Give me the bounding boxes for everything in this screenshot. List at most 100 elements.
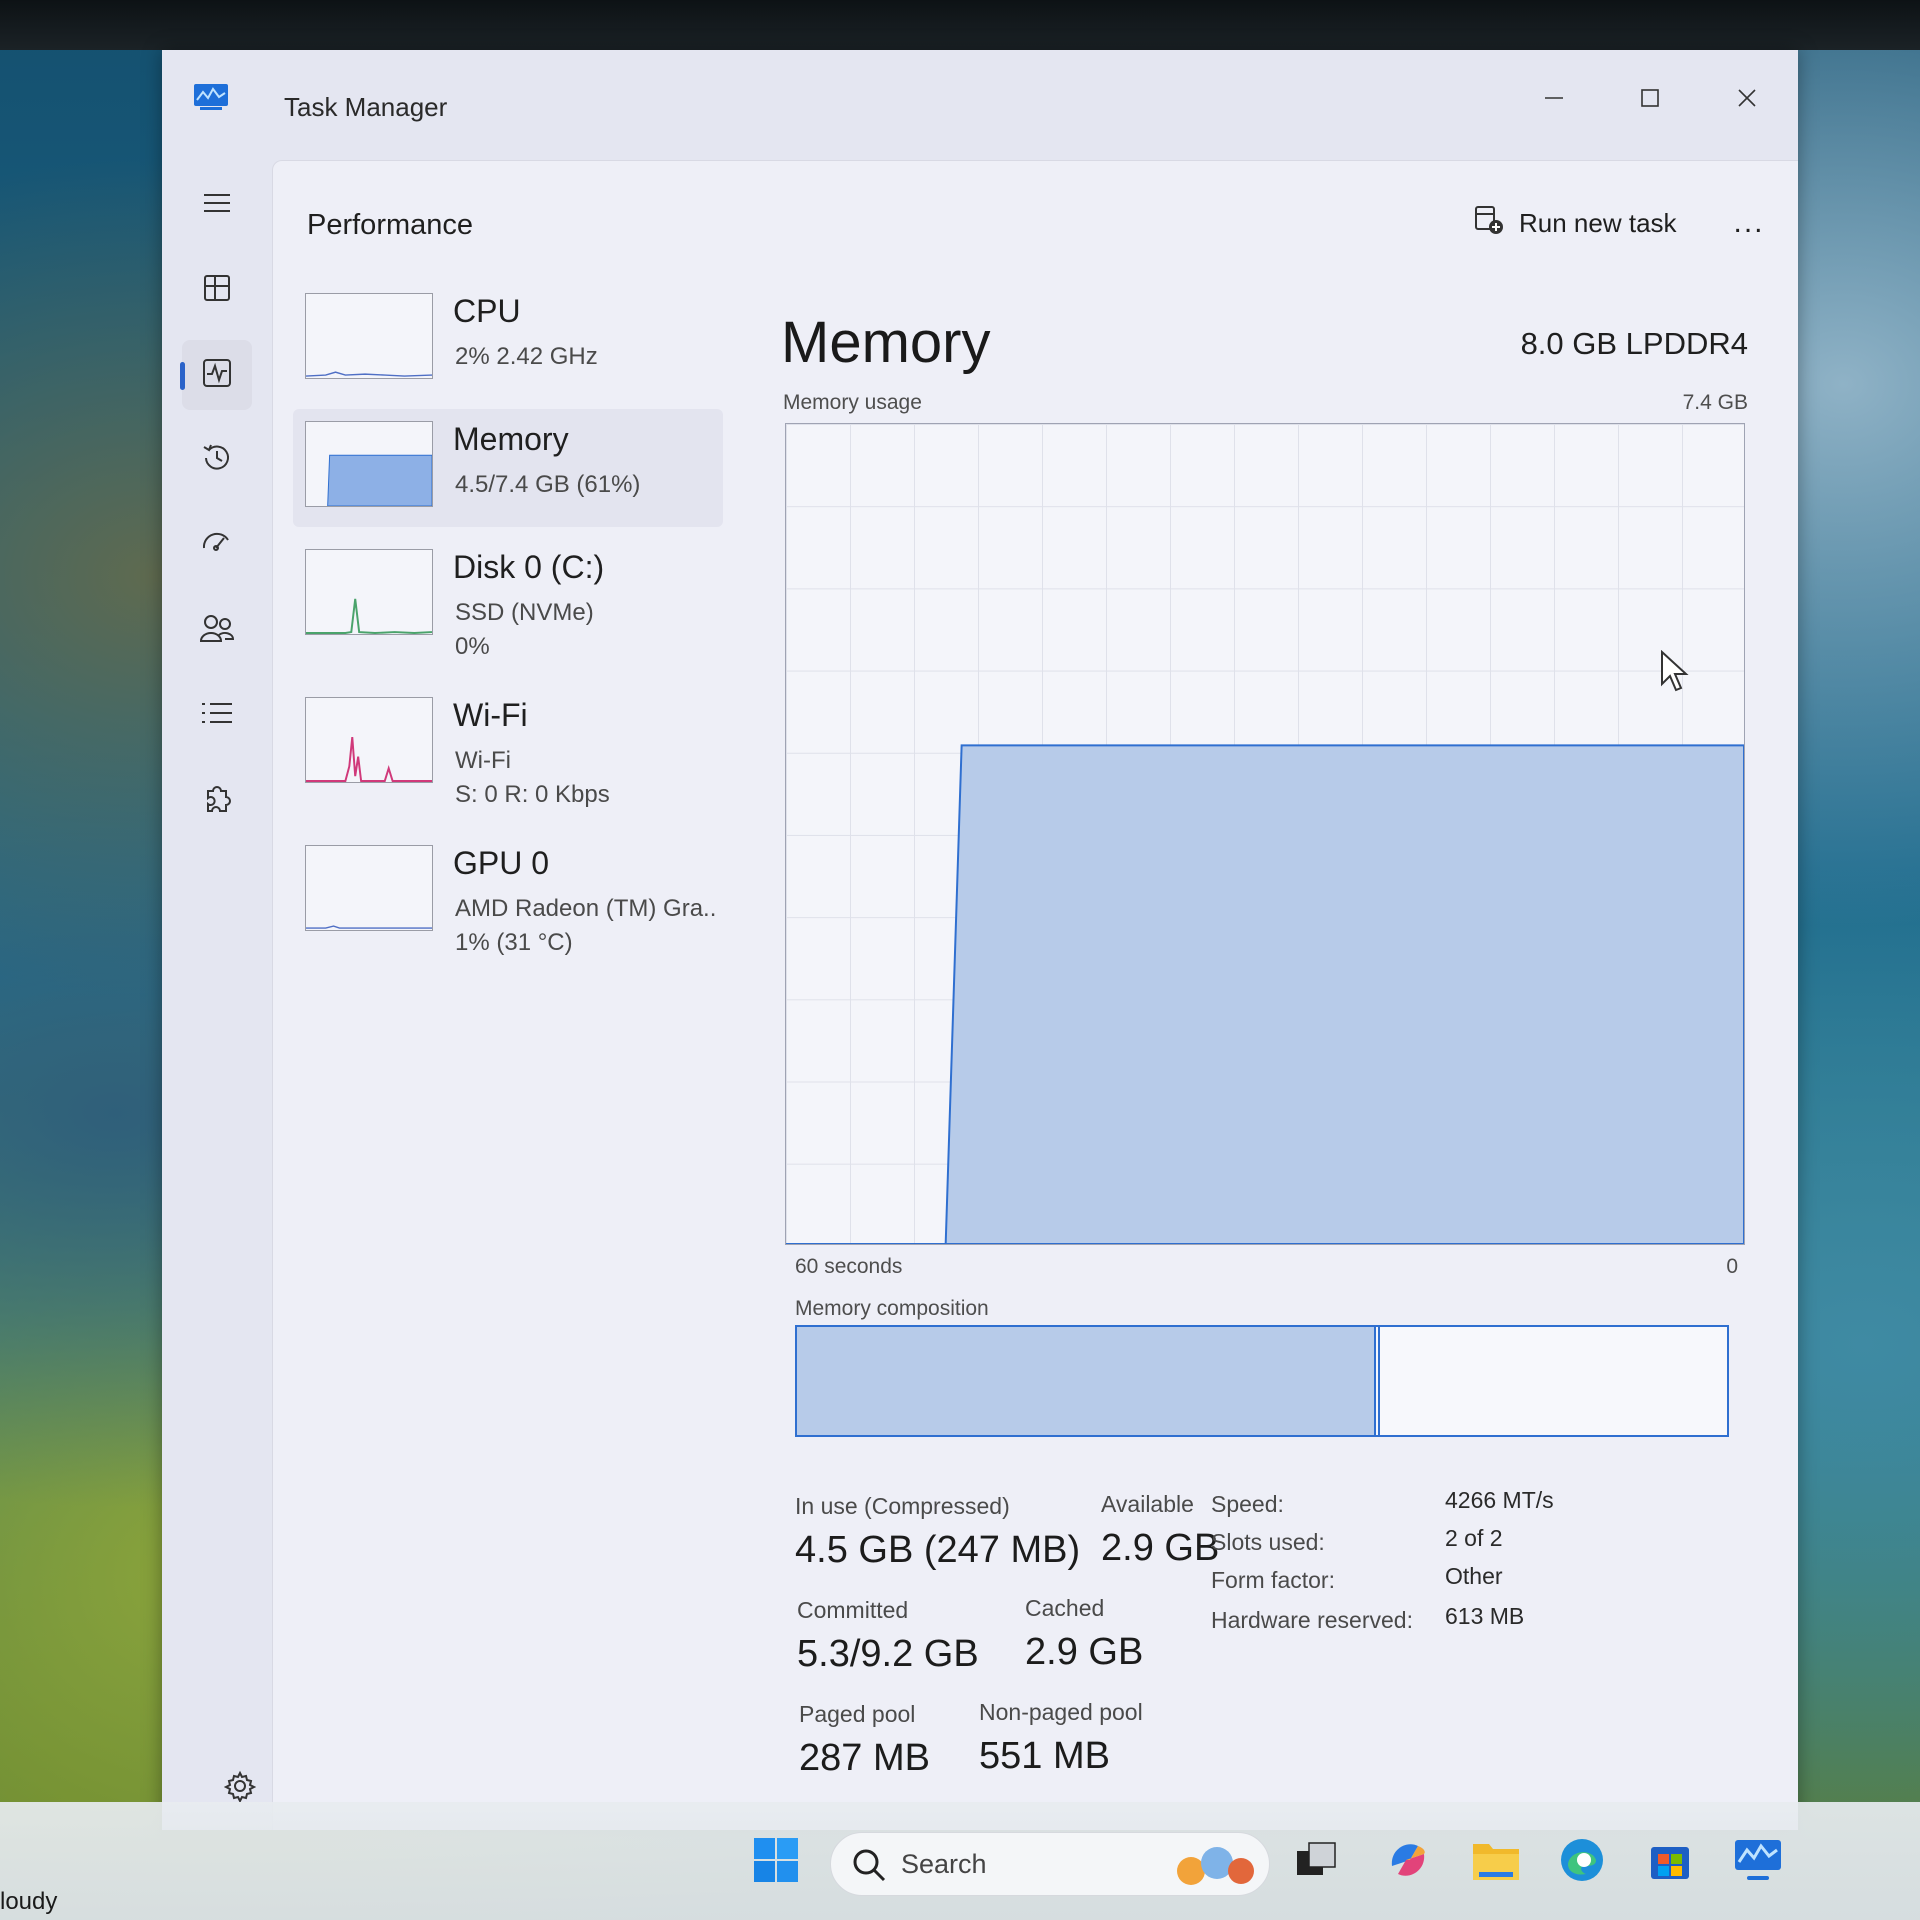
weather-text: loudy [0, 1888, 58, 1915]
cached-label: Cached [1025, 1595, 1105, 1621]
non-paged-pool-label: Non-paged pool [979, 1699, 1143, 1725]
nav-processes[interactable] [182, 255, 252, 325]
maximize-button[interactable] [1610, 70, 1690, 130]
available-label: Available [1101, 1491, 1194, 1517]
window-title: Task Manager [284, 92, 448, 122]
device-stat: 4.5/7.4 GB (61%) [455, 471, 641, 498]
nav-startup-apps[interactable] [182, 510, 252, 580]
nav-performance[interactable] [180, 340, 252, 410]
slots-used-label: Slots used: [1211, 1529, 1325, 1555]
device-name: GPU 0 [453, 845, 550, 881]
run-new-task-button[interactable]: Run new task [1473, 195, 1703, 251]
cached-value: 2.9 GB [1025, 1631, 1144, 1673]
start-button[interactable] [746, 1832, 806, 1892]
speed-value: 4266 MT/s [1445, 1487, 1554, 1513]
file-explorer-button[interactable] [1466, 1832, 1526, 1892]
paged-pool-label: Paged pool [799, 1701, 916, 1727]
edge-icon [1558, 1836, 1606, 1889]
device-memory[interactable]: Memory 4.5/7.4 GB (61%) [293, 409, 723, 527]
device-stat: 2% 2.42 GHz [455, 343, 598, 370]
navigation-rail [162, 160, 272, 1830]
device-name: Disk 0 (C:) [453, 549, 605, 585]
nav-app-history[interactable] [182, 425, 252, 495]
device-name: CPU [453, 293, 521, 329]
x-axis-left-label: 60 seconds [795, 1255, 903, 1278]
in-use-label: In use (Compressed) [795, 1493, 1010, 1519]
task-view-icon [1293, 1837, 1339, 1888]
minimize-icon [1542, 86, 1566, 115]
usage-graph-max: 7.4 GB [1682, 391, 1748, 414]
gpu-mini-graph [305, 845, 433, 931]
maximize-icon [1638, 86, 1662, 115]
edge-button[interactable] [1552, 1832, 1612, 1892]
performance-pulse-icon [201, 357, 233, 394]
close-icon [1735, 86, 1759, 115]
device-name: Memory [453, 421, 569, 457]
more-dots-icon: ... [1733, 206, 1765, 239]
device-disk-0[interactable]: Disk 0 (C:) SSD (NVMe) 0% [293, 537, 723, 660]
wifi-mini-graph [305, 697, 433, 783]
committed-value: 5.3/9.2 GB [797, 1633, 979, 1675]
device-stat-secondary: S: 0 R: 0 Kbps [455, 781, 610, 808]
copilot-button[interactable] [1378, 1832, 1438, 1892]
search-icon [849, 1845, 889, 1890]
device-wifi[interactable]: Wi-Fi Wi-Fi S: 0 R: 0 Kbps [293, 685, 723, 808]
detail-title: Memory [781, 310, 991, 375]
windows-start-icon [752, 1836, 800, 1889]
composition-divider [1373, 1327, 1380, 1435]
x-axis-right-label: 0 [1726, 1255, 1738, 1278]
hardware-reserved-label: Hardware reserved: [1211, 1607, 1413, 1633]
content-pane: Performance Run new task ... CPU 2% 2.42… [272, 160, 1798, 1830]
file-explorer-icon [1471, 1838, 1521, 1887]
device-stat: Wi-Fi [455, 747, 511, 774]
paged-pool-value: 287 MB [799, 1737, 930, 1779]
device-stat: AMD Radeon (TM) Gra.. [455, 895, 717, 922]
cpu-mini-graph [305, 293, 433, 379]
task-manager-icon [1733, 1838, 1783, 1887]
usage-graph-label: Memory usage [783, 391, 922, 414]
nav-menu-button[interactable] [182, 170, 252, 240]
nav-services[interactable] [182, 765, 252, 835]
memory-usage-chart [786, 744, 1744, 1244]
run-task-icon [1473, 204, 1505, 243]
users-icon [199, 611, 235, 650]
device-cpu[interactable]: CPU 2% 2.42 GHz [293, 281, 723, 399]
run-new-task-label: Run new task [1519, 207, 1677, 238]
device-name: Wi-Fi [453, 697, 528, 733]
hardware-reserved-value: 613 MB [1445, 1603, 1525, 1629]
more-options-button[interactable]: ... [1721, 195, 1777, 251]
available-value: 2.9 GB [1101, 1527, 1220, 1569]
device-stat-secondary: 1% (31 °C) [455, 929, 573, 956]
task-manager-app-icon [194, 84, 228, 110]
speed-label: Speed: [1211, 1491, 1284, 1517]
task-manager-window: Task Manager Performance Run new task ..… [162, 50, 1798, 1830]
memory-mini-graph [305, 421, 433, 507]
startup-gauge-icon [200, 526, 234, 565]
taskbar-search-box[interactable]: Search [830, 1832, 1270, 1896]
monitor-bezel [0, 0, 1920, 50]
nav-details[interactable] [182, 680, 252, 750]
processes-grid-icon [201, 272, 233, 309]
task-manager-taskbar-button[interactable] [1728, 1832, 1788, 1892]
search-highlight-icon [1169, 1839, 1261, 1896]
non-paged-pool-value: 551 MB [979, 1735, 1110, 1777]
copilot-icon [1384, 1836, 1432, 1889]
disk-mini-graph [305, 549, 433, 635]
memory-spec: 8.0 GB LPDDR4 [1520, 326, 1748, 361]
gear-icon [223, 1770, 257, 1807]
close-button[interactable] [1707, 70, 1787, 130]
memory-usage-graph [785, 423, 1745, 1245]
history-icon [200, 441, 234, 480]
in-use-value: 4.5 GB (247 MB) [795, 1529, 1081, 1571]
store-button[interactable] [1640, 1832, 1700, 1892]
memory-usage-area [786, 744, 1744, 1244]
task-view-button[interactable] [1286, 1832, 1346, 1892]
store-icon [1647, 1837, 1693, 1888]
minimize-button[interactable] [1514, 70, 1594, 130]
form-factor-value: Other [1445, 1563, 1503, 1589]
nav-users[interactable] [182, 595, 252, 665]
device-gpu-0[interactable]: GPU 0 AMD Radeon (TM) Gra.. 1% (31 °C) [293, 833, 723, 956]
hamburger-icon [201, 187, 233, 224]
mouse-cursor-icon [1660, 649, 1690, 697]
committed-label: Committed [797, 1597, 909, 1623]
